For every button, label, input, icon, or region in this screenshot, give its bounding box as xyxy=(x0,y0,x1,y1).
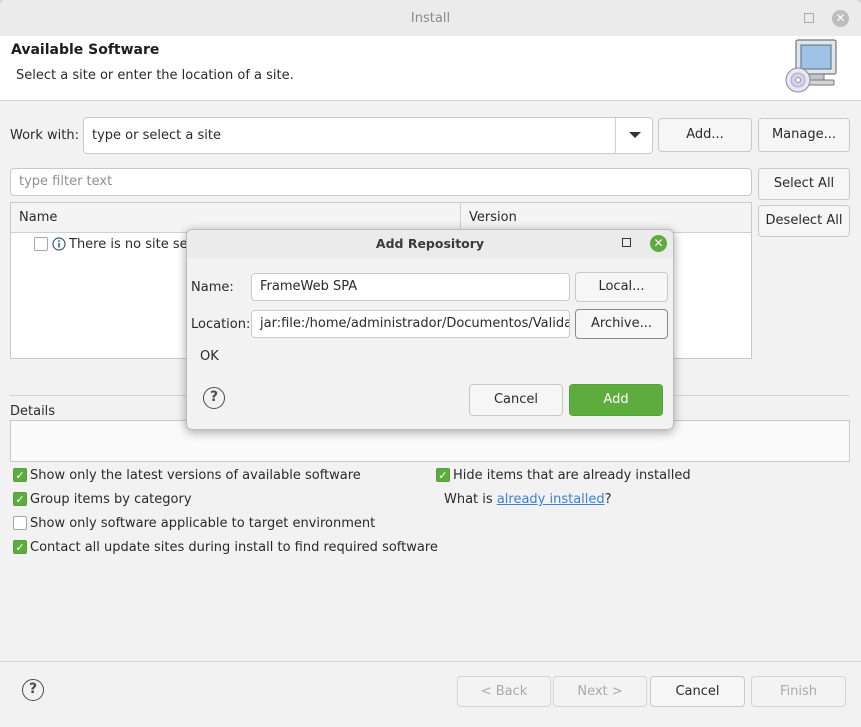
contact-sites-checkbox[interactable]: ✓ xyxy=(13,540,27,554)
deselect-all-button[interactable]: Deselect All xyxy=(758,205,850,237)
hide-installed-label: Hide items that are already installed xyxy=(453,468,691,483)
details-label: Details xyxy=(10,404,56,419)
footer-separator xyxy=(0,661,861,662)
work-with-combo[interactable]: type or select a site xyxy=(83,117,653,154)
what-is-prefix: What is xyxy=(444,492,497,507)
select-all-button[interactable]: Select All xyxy=(758,168,850,200)
page-subtitle: Select a site or enter the location of a… xyxy=(16,68,294,83)
latest-versions-label: Show only the latest versions of availab… xyxy=(30,468,361,483)
work-with-label: Work with: xyxy=(10,128,80,143)
what-is-installed: What is already installed? xyxy=(444,492,612,507)
help-icon[interactable]: ? xyxy=(22,679,44,701)
dialog-title: Add Repository xyxy=(375,236,485,251)
applicable-only-checkbox[interactable] xyxy=(13,516,27,530)
work-with-value: type or select a site xyxy=(92,128,221,143)
window-title: Install xyxy=(410,11,451,26)
archive-button[interactable]: Archive... xyxy=(575,309,668,339)
filter-input[interactable]: type filter text xyxy=(10,168,752,196)
repo-name-input[interactable]: FrameWeb SPA xyxy=(251,273,570,301)
repo-location-input[interactable]: jar:file:/home/administrador/Documentos/… xyxy=(251,310,570,338)
dialog-help-icon[interactable]: ? xyxy=(203,387,225,409)
info-icon xyxy=(52,237,66,251)
group-by-category-checkbox[interactable]: ✓ xyxy=(13,492,27,506)
install-wizard-icon xyxy=(785,39,837,93)
column-header-version[interactable]: Version xyxy=(469,210,517,225)
chevron-down-icon[interactable] xyxy=(628,131,642,139)
table-row-checkbox[interactable] xyxy=(34,237,48,251)
close-icon[interactable]: ✕ xyxy=(832,10,849,27)
maximize-icon[interactable] xyxy=(804,13,814,23)
combo-divider xyxy=(615,118,616,153)
table-row-text: There is no site sele xyxy=(69,237,189,252)
contact-sites-label: Contact all update sites during install … xyxy=(30,540,438,555)
group-by-category-label: Group items by category xyxy=(30,492,192,507)
column-header-name[interactable]: Name xyxy=(19,210,57,225)
dialog-cancel-button[interactable]: Cancel xyxy=(469,384,563,416)
add-site-button[interactable]: Add... xyxy=(658,118,752,152)
local-button[interactable]: Local... xyxy=(575,272,668,302)
dialog-close-icon[interactable]: ✕ xyxy=(650,235,667,252)
finish-button[interactable]: Finish xyxy=(751,676,846,707)
column-divider xyxy=(460,203,461,232)
page-title: Available Software xyxy=(11,42,160,58)
repo-location-label: Location: xyxy=(191,317,251,332)
applicable-only-label: Show only software applicable to target … xyxy=(30,516,376,531)
repo-name-label: Name: xyxy=(191,280,234,295)
dialog-status: OK xyxy=(200,349,219,364)
latest-versions-checkbox[interactable]: ✓ xyxy=(13,468,27,482)
hide-installed-checkbox[interactable]: ✓ xyxy=(436,468,450,482)
what-is-suffix: ? xyxy=(604,492,612,507)
back-button[interactable]: < Back xyxy=(457,676,551,707)
dialog-maximize-icon[interactable] xyxy=(622,238,631,247)
next-button[interactable]: Next > xyxy=(553,676,647,707)
already-installed-link[interactable]: already installed xyxy=(497,492,605,507)
dialog-add-button[interactable]: Add xyxy=(569,384,663,416)
manage-sites-button[interactable]: Manage... xyxy=(758,118,850,152)
cancel-button[interactable]: Cancel xyxy=(650,676,745,707)
